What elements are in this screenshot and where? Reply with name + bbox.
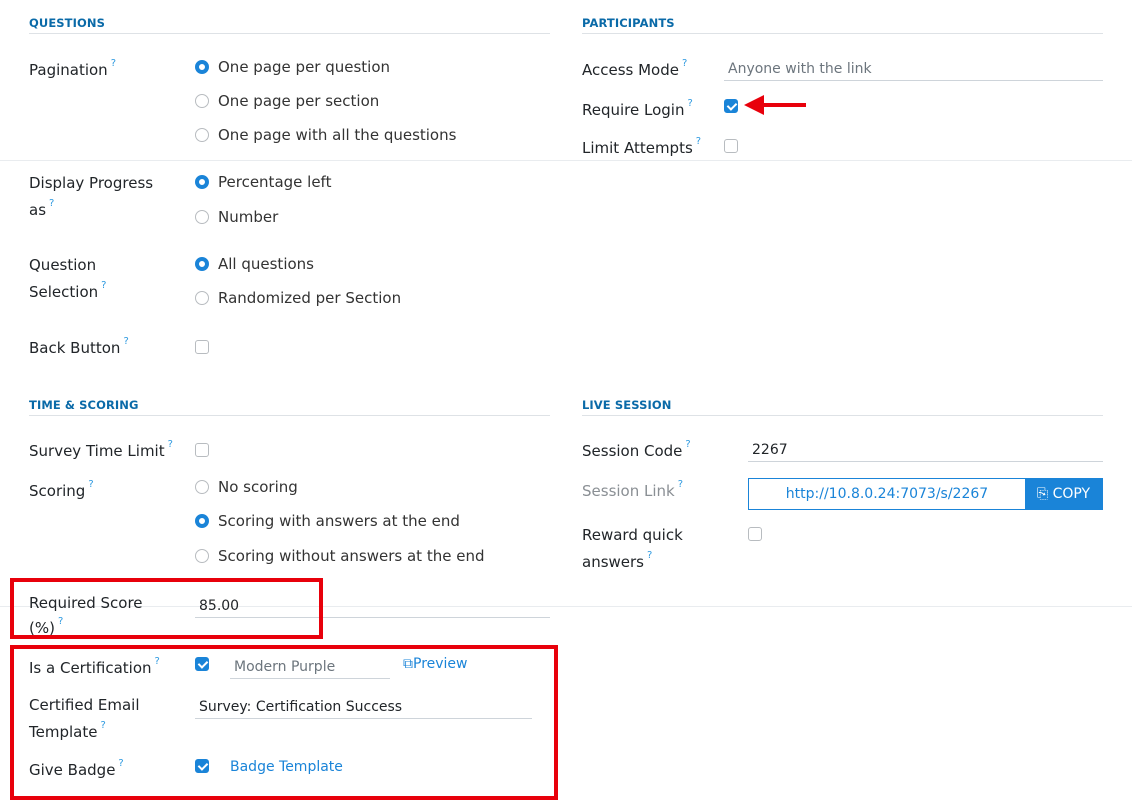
display-progress-label: Display Progress as? <box>29 174 154 219</box>
copy-button[interactable]: ⎘ COPY <box>1025 479 1102 509</box>
help-icon[interactable]: ? <box>685 439 690 450</box>
reward-quick-answers-checkbox[interactable] <box>748 527 762 541</box>
radio-scoring-without-answers[interactable]: Scoring without answers at the end <box>195 547 484 565</box>
radio-icon[interactable] <box>195 291 209 305</box>
section-divider <box>582 415 1103 416</box>
radio-selected-icon[interactable] <box>195 175 209 189</box>
highlight-box-certification <box>10 645 558 800</box>
help-icon[interactable]: ? <box>111 58 116 69</box>
session-code-input[interactable]: 2267 <box>748 438 1103 462</box>
radio-number[interactable]: Number <box>195 208 278 226</box>
scoring-label: Scoring? <box>29 479 94 500</box>
section-title-questions: QUESTIONS <box>29 16 105 30</box>
radio-one-page-per-question[interactable]: One page per question <box>195 58 390 76</box>
red-arrow-annotation-icon <box>744 95 806 115</box>
radio-no-scoring[interactable]: No scoring <box>195 478 298 496</box>
help-icon[interactable]: ? <box>49 198 54 209</box>
row-divider <box>0 160 1132 161</box>
survey-time-limit-label: Survey Time Limit? <box>29 439 173 460</box>
help-icon[interactable]: ? <box>678 479 683 490</box>
radio-icon[interactable] <box>195 549 209 563</box>
radio-selected-icon[interactable] <box>195 257 209 271</box>
radio-icon[interactable] <box>195 210 209 224</box>
back-button-label: Back Button? <box>29 336 129 357</box>
session-code-label: Session Code? <box>582 439 691 460</box>
reward-quick-answers-label: Reward quick answers? <box>582 526 683 571</box>
help-icon[interactable]: ? <box>88 479 93 490</box>
help-icon[interactable]: ? <box>682 58 687 69</box>
section-divider <box>582 33 1103 34</box>
access-mode-select[interactable]: Anyone with the link <box>724 57 1103 81</box>
require-login-checkbox[interactable] <box>724 99 738 113</box>
session-link-label: Session Link? <box>582 479 684 500</box>
help-icon[interactable]: ? <box>168 439 173 450</box>
radio-one-page-per-section[interactable]: One page per section <box>195 92 379 110</box>
radio-selected-icon[interactable] <box>195 514 209 528</box>
help-icon[interactable]: ? <box>687 98 692 109</box>
radio-one-page-all-questions[interactable]: One page with all the questions <box>195 126 456 144</box>
pagination-label: Pagination? <box>29 58 116 79</box>
section-divider <box>29 415 550 416</box>
session-link-url[interactable]: http://10.8.0.24:7073/s/2267 <box>749 479 1025 509</box>
limit-attempts-label: Limit Attempts? <box>582 136 702 157</box>
help-icon[interactable]: ? <box>123 336 128 347</box>
clipboard-icon: ⎘ <box>1036 486 1049 502</box>
help-icon[interactable]: ? <box>101 280 106 291</box>
radio-all-questions[interactable]: All questions <box>195 255 314 273</box>
highlight-box-required-score <box>10 578 323 639</box>
help-icon[interactable]: ? <box>696 136 701 147</box>
survey-time-limit-checkbox[interactable] <box>195 443 209 457</box>
session-link-field: http://10.8.0.24:7073/s/2267 ⎘ COPY <box>748 478 1103 510</box>
radio-randomized-per-section[interactable]: Randomized per Section <box>195 289 401 307</box>
radio-selected-icon[interactable] <box>195 60 209 74</box>
require-login-label: Require Login? <box>582 98 693 119</box>
radio-icon[interactable] <box>195 480 209 494</box>
radio-scoring-with-answers[interactable]: Scoring with answers at the end <box>195 512 460 530</box>
limit-attempts-checkbox[interactable] <box>724 139 738 153</box>
section-divider <box>29 33 550 34</box>
question-selection-label: Question Selection? <box>29 256 107 301</box>
radio-percentage-left[interactable]: Percentage left <box>195 173 331 191</box>
back-button-checkbox[interactable] <box>195 340 209 354</box>
radio-icon[interactable] <box>195 94 209 108</box>
section-title-live-session: LIVE SESSION <box>582 398 672 412</box>
radio-icon[interactable] <box>195 128 209 142</box>
help-icon[interactable]: ? <box>647 550 652 561</box>
section-title-time-scoring: TIME & SCORING <box>29 398 139 412</box>
section-title-participants: PARTICIPANTS <box>582 16 675 30</box>
access-mode-label: Access Mode? <box>582 58 688 79</box>
